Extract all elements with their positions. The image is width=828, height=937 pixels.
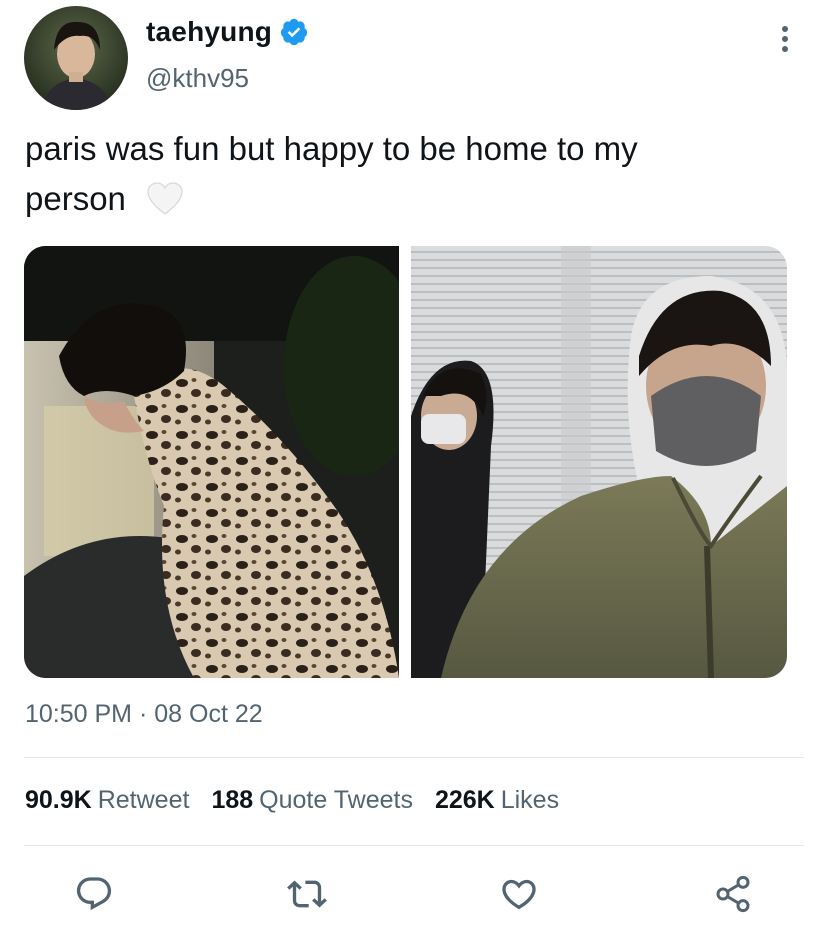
avatar-image (24, 6, 128, 110)
white-heart-emoji-icon (147, 182, 183, 215)
retweets-count: 90.9K (25, 786, 92, 814)
retweets-label: Retweet (97, 786, 190, 814)
tweet-time: 10:50 PM (25, 700, 133, 728)
user-handle[interactable]: @kthv95 (146, 61, 249, 95)
photo-hoodie-selfie (411, 246, 787, 678)
share-icon (716, 875, 750, 913)
likes-label: Likes (500, 786, 560, 814)
retweet-button[interactable] (287, 874, 327, 914)
tweet-date: 08 Oct 22 (154, 700, 263, 728)
divider (24, 845, 804, 846)
divider (24, 757, 804, 758)
more-options-icon[interactable] (770, 24, 800, 54)
share-button[interactable] (713, 874, 753, 914)
tweet-text-line1: paris was fun but happy to be home to my (25, 130, 638, 167)
retweet-icon (287, 880, 327, 908)
reply-icon (76, 877, 112, 911)
reply-button[interactable] (74, 874, 114, 914)
tweet-text-line2: person (25, 180, 126, 217)
quotes-count: 188 (211, 786, 254, 814)
photo-leopard-coat (24, 246, 399, 678)
engagement-stats: 90.9K Retweet 188 Quote Tweets 226K Likes (25, 782, 581, 818)
avatar[interactable] (24, 6, 128, 110)
like-button[interactable] (499, 874, 539, 914)
display-name[interactable]: taehyung (146, 14, 272, 50)
quotes-stat[interactable]: 188 Quote Tweets (211, 782, 413, 818)
tweet-timestamp[interactable]: 10:50 PM · 08 Oct 22 (25, 696, 263, 732)
media-photo-2[interactable] (411, 246, 787, 678)
timestamp-separator: · (138, 700, 148, 728)
media-photo-1[interactable] (24, 246, 399, 678)
retweets-stat[interactable]: 90.9K Retweet (25, 782, 189, 818)
likes-stat[interactable]: 226K Likes (435, 782, 559, 818)
like-icon (502, 879, 536, 910)
tweet-text: paris was fun but happy to be home to my… (25, 124, 795, 224)
likes-count: 226K (434, 786, 495, 814)
quotes-label: Quote Tweets (259, 786, 413, 814)
verified-badge-icon (280, 18, 308, 46)
